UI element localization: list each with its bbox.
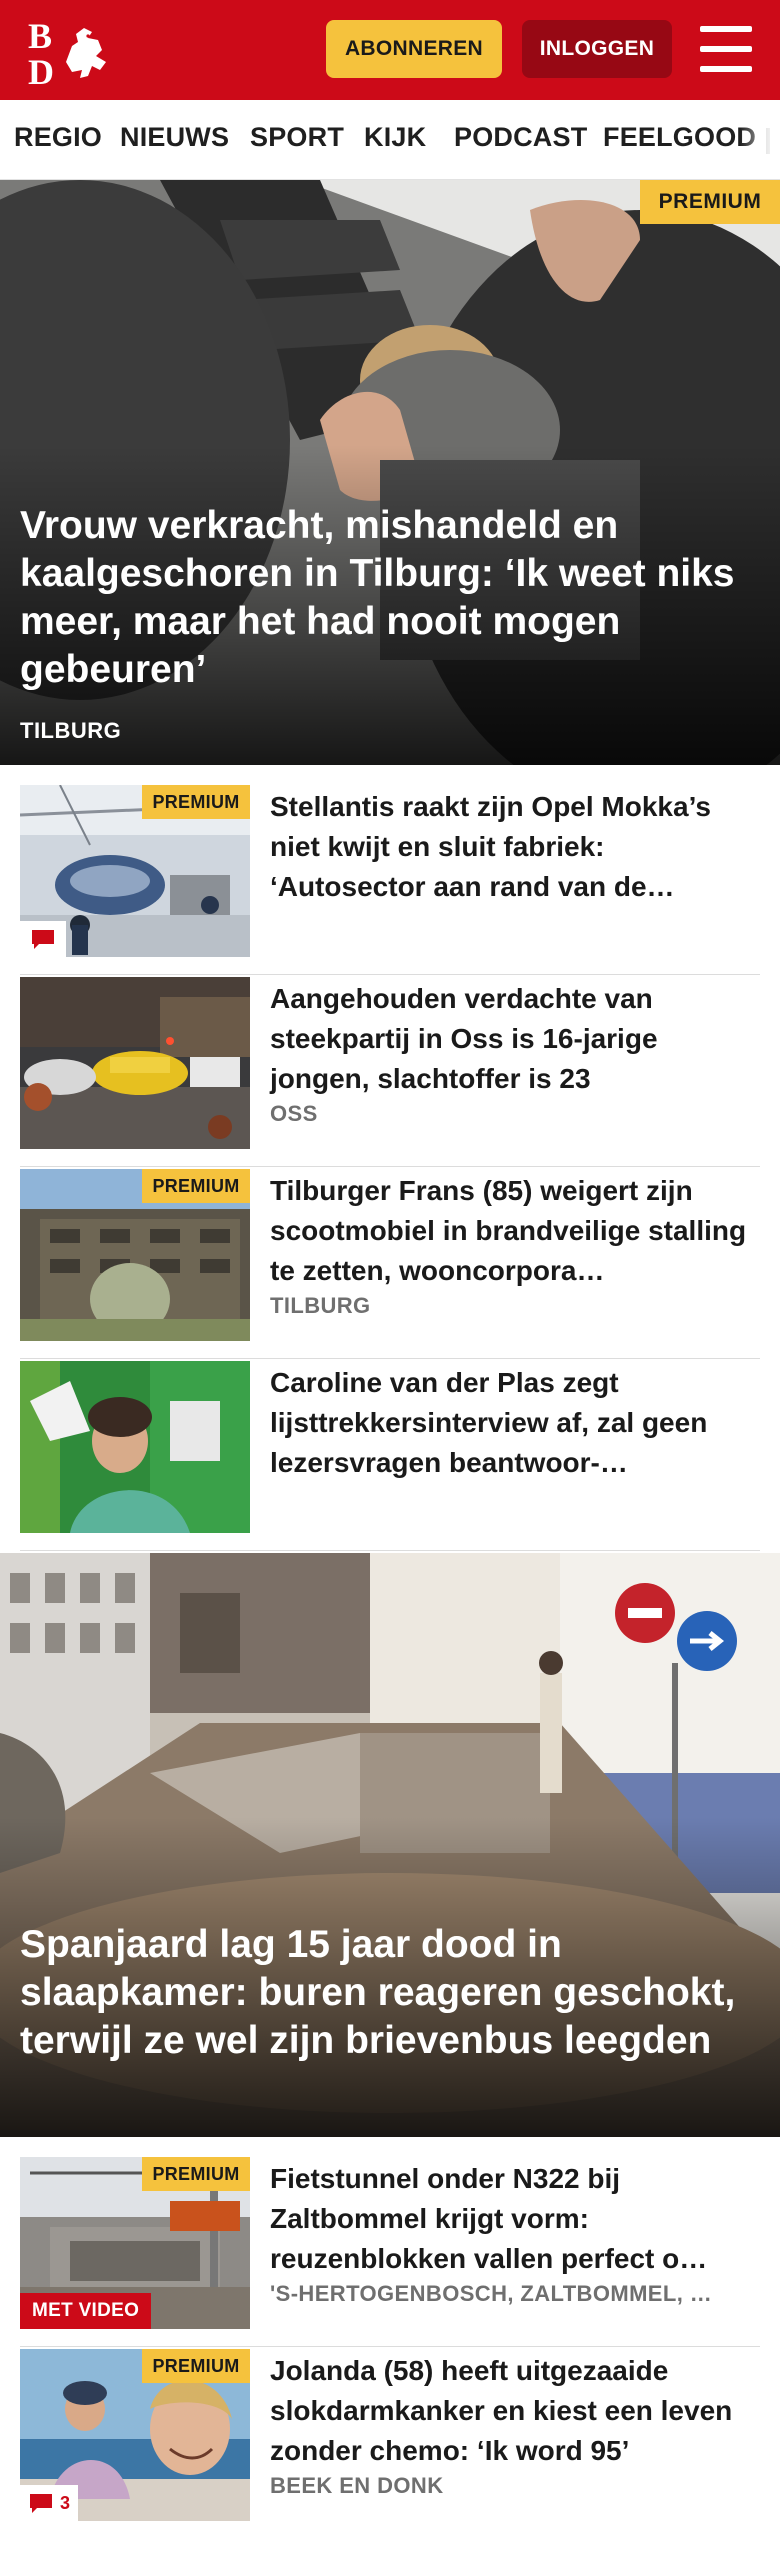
- hero-title-2[interactable]: Spanjaard lag 15 jaar dood in slaapkamer…: [20, 1921, 760, 2065]
- nav-item-regio[interactable]: REGIO: [14, 122, 102, 153]
- article-title[interactable]: Caroline van der Plas zegt lijsttrekkers…: [270, 1363, 760, 1483]
- video-badge: MET VIDEO: [20, 2293, 152, 2329]
- top-header: B D ABONNEREN INLOGGEN: [0, 0, 780, 100]
- article-title[interactable]: Stellantis raakt zijn Opel Mokka’s niet …: [270, 787, 760, 907]
- hero-article-1[interactable]: PREMIUM Vrouw verkracht, mishandeld en k…: [0, 180, 780, 765]
- premium-badge: PREMIUM: [142, 2349, 250, 2383]
- premium-badge: PREMIUM: [640, 180, 780, 224]
- comments-badge[interactable]: [20, 921, 66, 957]
- nav-item-podcast[interactable]: PODCAST: [454, 122, 587, 153]
- list-item-stellantis[interactable]: PREMIUM Stellantis raakt zijn Opel Mokka…: [20, 785, 760, 975]
- nav-item-feelgood[interactable]: FEELGOOD: [603, 122, 756, 153]
- thumbnail-oss: [20, 977, 250, 1149]
- hero-location-1: TILBURG: [20, 718, 122, 743]
- thumbnail-caroline: [20, 1361, 250, 1533]
- premium-badge: PREMIUM: [142, 1169, 250, 1203]
- premium-badge: PREMIUM: [142, 785, 250, 819]
- nav-fade: [740, 100, 780, 179]
- speech-bubble-icon: [30, 2494, 52, 2513]
- hero-article-2[interactable]: Spanjaard lag 15 jaar dood in slaapkamer…: [0, 1553, 780, 2137]
- section-nav: REGIO NIEUWS SPORT KIJK PODCAST FEELGOOD: [0, 100, 780, 180]
- thumbnail-jolanda: PREMIUM 3: [20, 2349, 250, 2521]
- article-title[interactable]: Tilburger Frans (85) weigert zijn scootm…: [270, 1171, 760, 1291]
- list-item-caroline[interactable]: Caroline van der Plas zegt lijsttrekkers…: [20, 1361, 760, 1551]
- article-title[interactable]: Jolanda (58) heeft uitgezaaide slokdarmk…: [270, 2351, 760, 2471]
- list-item-oss[interactable]: Aangehouden verdachte van steekpartij in…: [20, 977, 760, 1167]
- svg-text:D: D: [28, 52, 54, 88]
- bd-logo[interactable]: B D: [26, 16, 118, 88]
- article-location: 'S-HERTOGENBOSCH, ZALTBOMMEL, …: [270, 2281, 713, 2306]
- list-item-fietstunnel[interactable]: PREMIUM MET VIDEO Fietstunnel onder N322…: [20, 2157, 760, 2347]
- login-button[interactable]: INLOGGEN: [522, 20, 672, 78]
- nav-item-sport[interactable]: SPORT: [250, 122, 344, 153]
- speech-bubble-icon: [32, 930, 54, 949]
- nav-item-kijk[interactable]: KIJK: [364, 122, 426, 153]
- article-title[interactable]: Aangehouden verdachte van steekpartij in…: [270, 979, 760, 1099]
- article-location: OSS: [270, 1101, 318, 1126]
- hero-title-1[interactable]: Vrouw verkracht, mishandeld en kaalgesch…: [20, 502, 760, 694]
- list-item-jolanda[interactable]: PREMIUM 3 Jolanda (58) heeft uitgezaaide…: [20, 2349, 760, 2539]
- svg-text:B: B: [28, 16, 52, 56]
- article-title[interactable]: Fietstunnel onder N322 bij Zaltbommel kr…: [270, 2159, 760, 2279]
- comments-badge[interactable]: 3: [20, 2485, 79, 2521]
- nav-item-nieuws[interactable]: NIEUWS: [120, 122, 229, 153]
- menu-icon[interactable]: [700, 26, 752, 72]
- article-location: TILBURG: [270, 1293, 371, 1318]
- list-item-tilburger[interactable]: PREMIUM Tilburger Frans (85) weigert zij…: [20, 1169, 760, 1359]
- subscribe-button[interactable]: ABONNEREN: [326, 20, 502, 78]
- thumbnail-tilburger: PREMIUM: [20, 1169, 250, 1341]
- comment-count: 3: [60, 2492, 71, 2513]
- thumbnail-stellantis: PREMIUM: [20, 785, 250, 957]
- thumbnail-fietstunnel: PREMIUM MET VIDEO: [20, 2157, 250, 2329]
- article-location: BEEK EN DONK: [270, 2473, 444, 2498]
- premium-badge: PREMIUM: [142, 2157, 250, 2191]
